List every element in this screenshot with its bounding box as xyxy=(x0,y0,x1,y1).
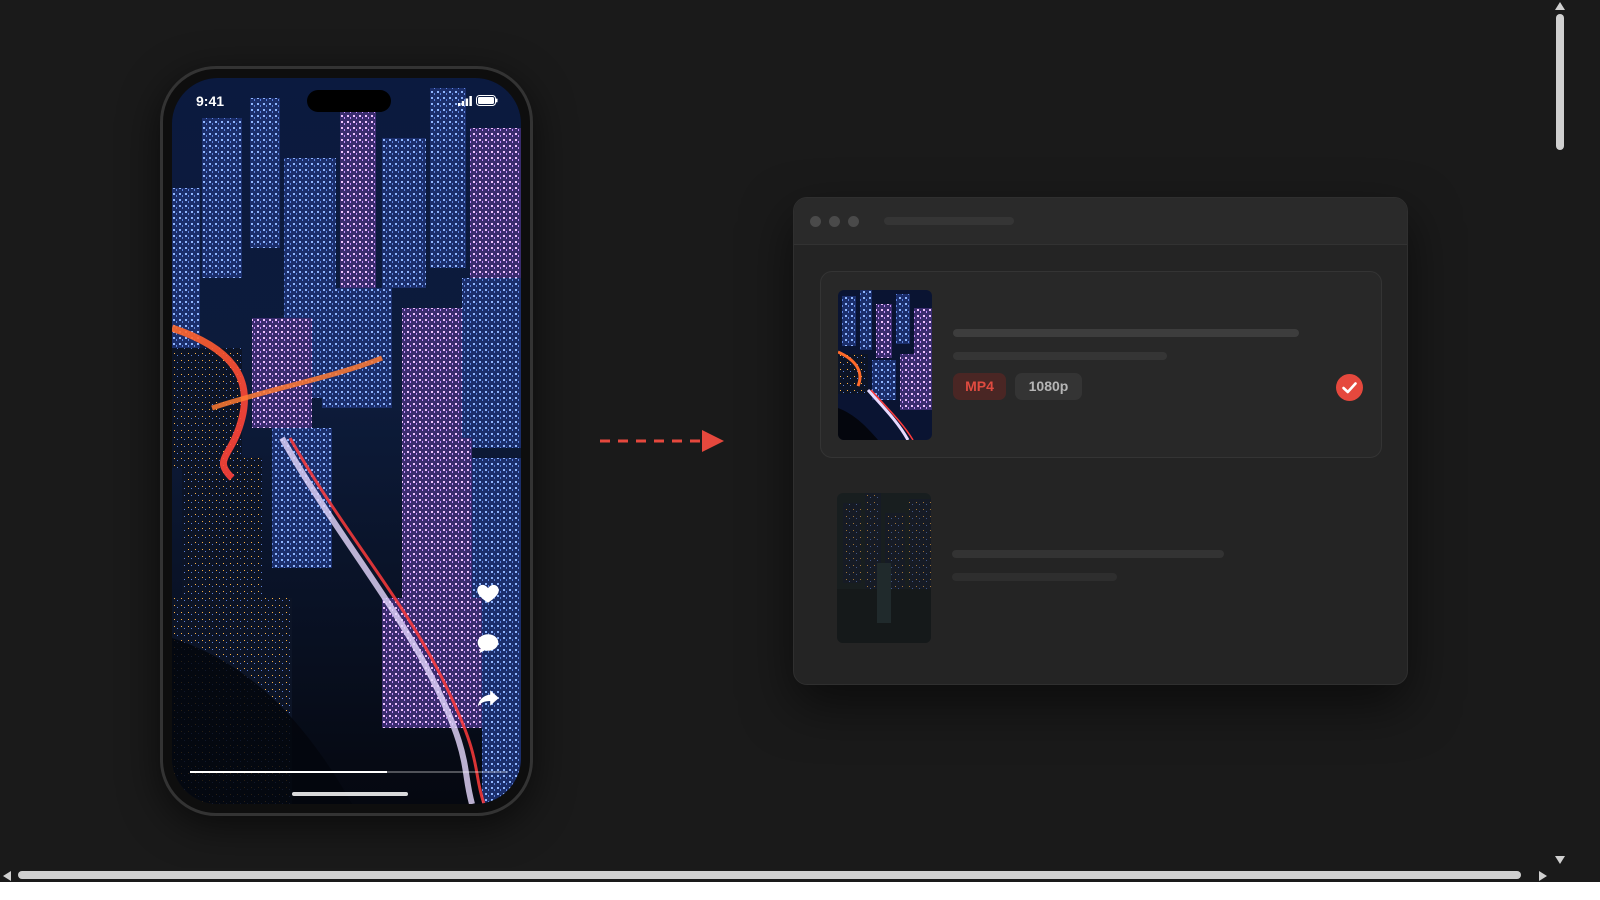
window-close-button[interactable] xyxy=(810,216,821,227)
download-item-pending[interactable] xyxy=(820,486,1382,646)
check-circle-icon xyxy=(1336,374,1363,401)
scroll-right-arrow-icon[interactable] xyxy=(1539,871,1547,881)
video-thumbnail xyxy=(837,493,931,643)
dashed-arrow-right-icon xyxy=(600,430,724,452)
format-badge: MP4 xyxy=(953,373,1006,400)
downloader-window: MP4 1080p xyxy=(793,197,1408,685)
vertical-scrollbar[interactable] xyxy=(1552,0,1568,868)
subtitle-placeholder-line xyxy=(953,352,1167,360)
horizontal-scrollbar[interactable] xyxy=(0,868,1552,882)
video-progress-fill xyxy=(190,771,388,773)
video-player-screen[interactable]: 9:41 xyxy=(172,78,521,804)
city-night-video-frame xyxy=(172,78,521,804)
vertical-scroll-thumb[interactable] xyxy=(1556,14,1564,150)
horizontal-scroll-thumb[interactable] xyxy=(18,871,1521,879)
title-placeholder-line xyxy=(952,550,1224,558)
dynamic-island xyxy=(307,90,391,112)
stage: 9:41 MP4 1080p xyxy=(0,0,1600,900)
page-bottom-strip xyxy=(0,882,1600,900)
comment-icon[interactable] xyxy=(475,631,501,657)
scroll-left-arrow-icon[interactable] xyxy=(3,871,11,881)
quality-badge: 1080p xyxy=(1015,373,1082,400)
window-maximize-button[interactable] xyxy=(848,216,859,227)
heart-icon[interactable] xyxy=(475,580,501,606)
subtitle-placeholder-line xyxy=(952,573,1117,581)
video-thumbnail xyxy=(838,290,932,440)
video-progress-bar[interactable] xyxy=(190,771,508,773)
cellular-signal-icon xyxy=(458,96,472,106)
window-titlebar xyxy=(794,198,1407,245)
scroll-up-arrow-icon[interactable] xyxy=(1555,2,1565,10)
download-item-completed[interactable]: MP4 1080p xyxy=(820,271,1382,458)
status-bar-time: 9:41 xyxy=(196,93,225,109)
window-title-placeholder xyxy=(884,217,1014,225)
window-minimize-button[interactable] xyxy=(829,216,840,227)
home-indicator xyxy=(292,792,408,796)
phone-mockup: 9:41 xyxy=(160,66,533,816)
battery-icon xyxy=(476,95,498,106)
title-placeholder-line xyxy=(953,329,1299,337)
share-icon[interactable] xyxy=(475,685,501,711)
scroll-down-arrow-icon[interactable] xyxy=(1555,856,1565,864)
